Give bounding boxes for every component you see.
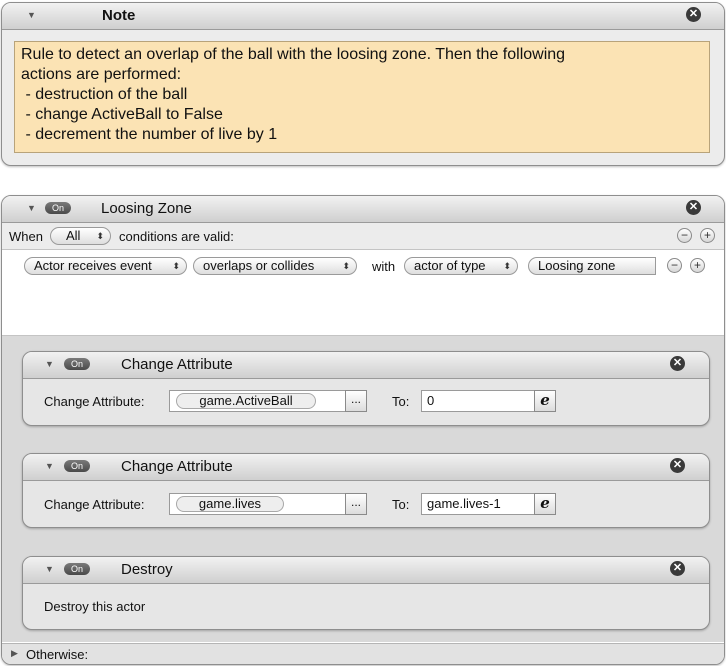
note-line: - change ActiveBall to False: [21, 106, 223, 123]
chevron-updown-icon: ⬍: [172, 261, 180, 271]
note-titlebar: ▼ Note ✕: [2, 3, 724, 30]
action-title: Change Attribute: [121, 356, 233, 373]
action-on-toggle[interactable]: On: [64, 358, 90, 370]
rule-title[interactable]: Loosing Zone: [101, 200, 192, 217]
chevron-updown-icon: ⬍: [342, 261, 350, 271]
to-label: To:: [392, 497, 410, 512]
condition-row: Actor receives event ⬍ overlaps or colli…: [2, 250, 724, 336]
target-value: Loosing zone: [538, 258, 616, 273]
disclosure-triangle-icon[interactable]: ▼: [27, 10, 36, 20]
add-condition-icon[interactable]: +: [700, 228, 715, 243]
disclosure-triangle-icon[interactable]: ▼: [27, 203, 36, 213]
to-value-field[interactable]: game.lives-1: [421, 493, 535, 515]
event-type-select[interactable]: overlaps or collides ⬍: [193, 257, 357, 275]
action-titlebar: ▼ On Destroy ✕: [23, 557, 709, 584]
close-icon[interactable]: ✕: [670, 356, 685, 371]
expression-editor-icon[interactable]: e: [534, 493, 556, 515]
note-text[interactable]: Rule to detect an overlap of the ball wi…: [14, 41, 710, 153]
attribute-field[interactable]: game.ActiveBall: [169, 390, 346, 412]
action-title: Destroy: [121, 561, 173, 578]
conditions-text: conditions are valid:: [119, 229, 234, 244]
attribute-browse-button[interactable]: ...: [345, 390, 367, 412]
with-label: with: [372, 259, 396, 274]
note-title: Note: [102, 7, 136, 24]
action-title: Change Attribute: [121, 458, 233, 475]
note-line: actions are performed:: [21, 66, 182, 83]
action-titlebar: ▼ On Change Attribute ✕: [23, 352, 709, 379]
change-attribute-label: Change Attribute:: [44, 497, 145, 512]
add-condition-icon[interactable]: +: [690, 258, 705, 273]
close-icon[interactable]: ✕: [686, 7, 701, 22]
target-kind-select[interactable]: actor of type ⬍: [404, 257, 518, 275]
action-titlebar: ▼ On Change Attribute ✕: [23, 454, 709, 481]
destroy-description: Destroy this actor: [44, 599, 146, 614]
close-icon[interactable]: ✕: [686, 200, 701, 215]
rule-panel: ▼ On Loosing Zone ✕ When All ⬍ condition…: [1, 195, 725, 665]
when-select[interactable]: All ⬍: [50, 227, 111, 245]
disclosure-triangle-icon[interactable]: ▼: [45, 359, 54, 369]
otherwise-row[interactable]: ▶ Otherwise:: [2, 643, 724, 664]
action-change-attribute: ▼ On Change Attribute ✕ Change Attribute…: [22, 453, 710, 528]
note-panel: ▼ Note ✕ Rule to detect an overlap of th…: [1, 2, 725, 166]
when-label: When: [9, 229, 43, 244]
action-on-toggle[interactable]: On: [64, 460, 90, 472]
to-label: To:: [392, 394, 410, 409]
close-icon[interactable]: ✕: [670, 458, 685, 473]
chevron-updown-icon: ⬍: [96, 231, 104, 241]
close-icon[interactable]: ✕: [670, 561, 685, 576]
disclosure-triangle-icon[interactable]: ▼: [45, 564, 54, 574]
attribute-browse-button[interactable]: ...: [345, 493, 367, 515]
action-on-toggle[interactable]: On: [64, 563, 90, 575]
conditions-header: When All ⬍ conditions are valid: − +: [2, 223, 724, 250]
note-line: - destruction of the ball: [21, 86, 188, 103]
when-value: All: [66, 228, 81, 243]
event-select[interactable]: Actor receives event ⬍: [24, 257, 187, 275]
action-change-attribute: ▼ On Change Attribute ✕ Change Attribute…: [22, 351, 710, 426]
note-line: Rule to detect an overlap of the ball wi…: [21, 46, 566, 63]
chevron-updown-icon: ⬍: [503, 261, 511, 271]
expression-editor-icon[interactable]: e: [534, 390, 556, 412]
attribute-token[interactable]: game.ActiveBall: [176, 393, 316, 409]
target-field[interactable]: Loosing zone: [528, 257, 656, 275]
action-destroy: ▼ On Destroy ✕ Destroy this actor: [22, 556, 710, 630]
target-kind-value: actor of type: [414, 258, 486, 273]
otherwise-label: Otherwise:: [26, 647, 89, 662]
disclosure-triangle-icon[interactable]: ▼: [45, 461, 54, 471]
rule-titlebar: ▼ On Loosing Zone ✕: [2, 196, 724, 223]
rule-on-toggle[interactable]: On: [45, 202, 71, 214]
note-line: - decrement the number of live by 1: [21, 126, 278, 143]
remove-condition-icon[interactable]: −: [667, 258, 682, 273]
change-attribute-label: Change Attribute:: [44, 394, 145, 409]
remove-condition-icon[interactable]: −: [677, 228, 692, 243]
attribute-field[interactable]: game.lives: [169, 493, 346, 515]
to-value-field[interactable]: 0: [421, 390, 535, 412]
disclosure-triangle-icon[interactable]: ▶: [11, 648, 18, 659]
event-type-value: overlaps or collides: [203, 258, 315, 273]
event-value: Actor receives event: [34, 258, 152, 273]
attribute-token[interactable]: game.lives: [176, 496, 284, 512]
